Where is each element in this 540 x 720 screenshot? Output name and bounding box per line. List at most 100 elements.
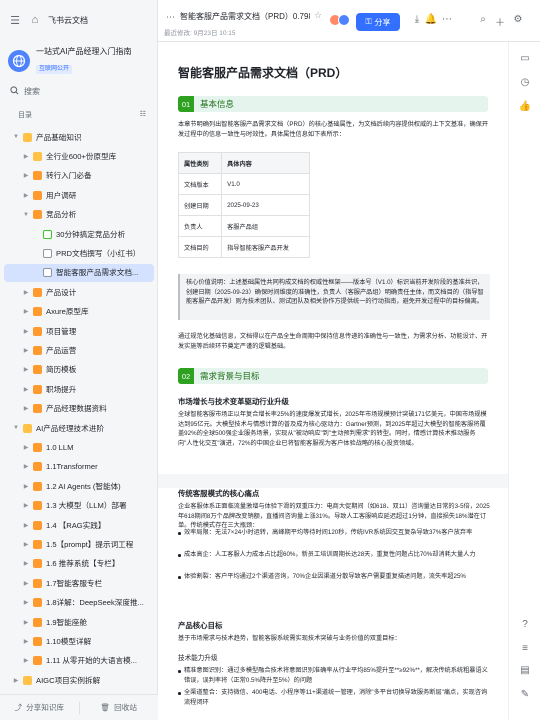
section-number: 01 bbox=[178, 96, 194, 112]
sidebar-tree-item[interactable]: ▶ Axure原型库 bbox=[4, 303, 154, 321]
sidebar-tree-item[interactable]: ▶ 职场提升 bbox=[4, 380, 154, 398]
chevron-right-icon[interactable]: ▶ bbox=[22, 483, 30, 490]
chevron-right-icon[interactable]: ▶ bbox=[12, 677, 20, 684]
document-icon bbox=[43, 248, 52, 258]
chevron-right-icon[interactable]: ▶ bbox=[22, 463, 30, 470]
chevron-right-icon[interactable]: ▶ bbox=[22, 172, 30, 179]
knowledge-base-header[interactable]: 一站式AI产品经理入门指南 互联网公开 bbox=[8, 44, 150, 78]
like-icon[interactable]: 👍 bbox=[518, 100, 532, 114]
sidebar-tree-item[interactable]: 30分钟搞定竞品分析 bbox=[4, 225, 154, 243]
chevron-right-icon[interactable]: ▶ bbox=[22, 541, 30, 548]
chevron-right-icon[interactable]: ▶ bbox=[22, 308, 30, 315]
sidebar-tree-item[interactable]: ▶ 产品运营 bbox=[4, 341, 154, 359]
chevron-right-icon[interactable]: ▶ bbox=[22, 657, 30, 664]
sidebar-tree-item[interactable]: ▶ 1.6 推荐系统【专栏】 bbox=[4, 555, 154, 573]
chevron-right-icon[interactable]: ▶ bbox=[22, 366, 30, 373]
chevron-down-icon[interactable]: ▼ bbox=[12, 425, 20, 431]
folder-icon bbox=[33, 636, 42, 646]
chevron-right-icon[interactable]: ▶ bbox=[22, 522, 30, 529]
app-brand[interactable]: 飞书云文档 bbox=[48, 15, 88, 26]
edit-icon[interactable]: ✎ bbox=[518, 688, 532, 702]
sidebar-tree-item[interactable]: ▶ 1.10模型详解 bbox=[4, 632, 154, 650]
sidebar-tree-item[interactable]: ▶ 1.11 从零开始的大语言模... bbox=[4, 652, 154, 670]
sidebar-tree-item[interactable]: ▶ 1.7智能客服专栏 bbox=[4, 574, 154, 592]
chevron-right-icon[interactable]: ▶ bbox=[22, 619, 30, 626]
folder-icon bbox=[33, 617, 42, 627]
sidebar-tree-item[interactable]: ▶ AIGC项目实例拆解 bbox=[4, 671, 154, 689]
sidebar-tree-item[interactable]: ▶ 1.3 大模型（LLM）部署 bbox=[4, 497, 154, 515]
chevron-right-icon[interactable]: ▶ bbox=[22, 599, 30, 606]
sidebar-tree-item[interactable]: ▶ 1.9智能座舱 bbox=[4, 613, 154, 631]
help-icon[interactable]: ? bbox=[518, 618, 532, 632]
chevron-right-icon[interactable]: ▶ bbox=[22, 328, 30, 335]
search-input[interactable]: 搜索 bbox=[10, 82, 148, 100]
sidebar-tree-item[interactable]: ▶ 1.8详解：DeepSeek深度推... bbox=[4, 594, 154, 612]
subheading-tech: 技术能力升级 bbox=[178, 655, 218, 662]
folder-icon bbox=[23, 132, 32, 142]
sidebar-tree-item[interactable]: ▶ 产品经理数据资料 bbox=[4, 400, 154, 418]
sidebar-tree-item[interactable]: ▶ 1.5【prompt】提示词工程 bbox=[4, 535, 154, 553]
chevron-right-icon[interactable]: ▶ bbox=[22, 405, 30, 412]
notification-bell-icon[interactable]: 🔔 bbox=[424, 14, 438, 25]
doc-header-title[interactable]: 智能客服产品需求文档（PRD）0.798... bbox=[180, 11, 310, 22]
sidebar-tree-item[interactable]: ▼ 竞品分析 bbox=[4, 206, 154, 224]
sidebar-tree-item[interactable]: ▶ 1.1Transformer bbox=[4, 458, 154, 476]
share-label: 分享 bbox=[374, 17, 391, 27]
folder-icon bbox=[33, 520, 42, 530]
sidebar-tree-item[interactable]: ▶ 产品设计 bbox=[4, 283, 154, 301]
sidebar-tree-item[interactable]: ▼ AI产品经理技术进阶 bbox=[4, 419, 154, 437]
chevron-right-icon[interactable]: ▶ bbox=[22, 638, 30, 645]
tree-item-label: 1.3 大模型（LLM）部署 bbox=[46, 501, 127, 511]
sidebar-tree-item[interactable]: ▶ 1.4 【RAG实践】 bbox=[4, 516, 154, 534]
chevron-right-icon[interactable]: ▶ bbox=[22, 153, 30, 160]
more-options-icon[interactable]: ⋯ bbox=[440, 14, 454, 25]
sidebar-tree-item[interactable]: ▶ 1.2 AI Agents (智能体) bbox=[4, 477, 154, 495]
outline-icon[interactable]: ≡ bbox=[518, 642, 532, 656]
folder-icon bbox=[33, 326, 42, 336]
home-icon[interactable]: ⌂ bbox=[28, 13, 42, 27]
table-row: 创建日期 2025-09-23 bbox=[177, 194, 310, 216]
history-icon[interactable]: ◷ bbox=[518, 76, 532, 90]
sidebar-tree-item[interactable]: PRD文档撰写（小红书） bbox=[4, 244, 154, 262]
chevron-right-icon[interactable]: ▶ bbox=[22, 347, 30, 354]
document-info-icon[interactable]: ▤ bbox=[518, 664, 532, 678]
chevron-right-icon[interactable]: ▶ bbox=[22, 289, 30, 296]
chevron-down-icon[interactable]: ▼ bbox=[22, 212, 30, 218]
folder-icon bbox=[33, 210, 42, 220]
chevron-down-icon[interactable]: ▼ bbox=[12, 134, 20, 140]
table-row: 文档目的 指导智能客服产品开发 bbox=[177, 236, 310, 258]
tree-item-label: 1.11 从零开始的大语言模... bbox=[46, 656, 137, 666]
collaborator-avatars[interactable] bbox=[329, 14, 350, 26]
star-icon[interactable]: ☆ bbox=[314, 10, 322, 21]
chevron-right-icon[interactable]: ▶ bbox=[22, 386, 30, 393]
document-icon bbox=[43, 229, 52, 239]
more-icon[interactable]: ⋯ bbox=[166, 12, 175, 23]
folder-icon bbox=[33, 559, 42, 569]
search-icon[interactable]: ⌕ bbox=[476, 14, 490, 25]
settings-gear-icon[interactable]: ⚙ bbox=[511, 14, 525, 25]
table-cell: V1.0 bbox=[221, 173, 310, 195]
toc-header: 目录 ☷ bbox=[18, 110, 146, 120]
share-kb-button[interactable]: ⤴ 分享知识库 bbox=[0, 702, 79, 713]
chevron-right-icon[interactable]: ▶ bbox=[22, 580, 30, 587]
add-icon[interactable]: ＋ bbox=[493, 14, 507, 29]
chevron-right-icon[interactable]: ▶ bbox=[22, 192, 30, 199]
sidebar-tree-item[interactable]: ▶ 1.0 LLM bbox=[4, 438, 154, 456]
sidebar-tree-item[interactable]: ▶ 用户调研 bbox=[4, 186, 154, 204]
download-icon[interactable]: ⤓ bbox=[410, 14, 424, 25]
chevron-right-icon[interactable]: ▶ bbox=[22, 444, 30, 451]
chevron-right-icon[interactable]: ▶ bbox=[22, 560, 30, 567]
chevron-right-icon[interactable]: ▶ bbox=[22, 502, 30, 509]
recycle-bin-button[interactable]: 🗑 回收站 bbox=[80, 702, 159, 713]
share-button[interactable]: ⚿ 分享 bbox=[356, 13, 400, 31]
sidebar-tree-item[interactable]: ▼ 产品基础知识 bbox=[4, 128, 154, 146]
sidebar-tree-item[interactable]: ▶ 项目管理 bbox=[4, 322, 154, 340]
sidebar-tree-item[interactable]: ▶ 简历模板 bbox=[4, 361, 154, 379]
sidebar-tree-item[interactable]: ▶ 转行入门必备 bbox=[4, 167, 154, 185]
collapse-sidebar-icon[interactable]: ☰ bbox=[8, 13, 22, 27]
sidebar-tree-item[interactable]: ▶ 全行业600+份原型库 bbox=[4, 147, 154, 165]
sidebar-tree-item[interactable]: 智能客服产品需求文档... bbox=[4, 263, 154, 282]
toc-options-icon[interactable]: ☷ bbox=[140, 110, 146, 120]
comment-icon[interactable]: ▭ bbox=[518, 52, 532, 66]
sidebar-footer: ⤴ 分享知识库 🗑 回收站 bbox=[0, 694, 158, 720]
